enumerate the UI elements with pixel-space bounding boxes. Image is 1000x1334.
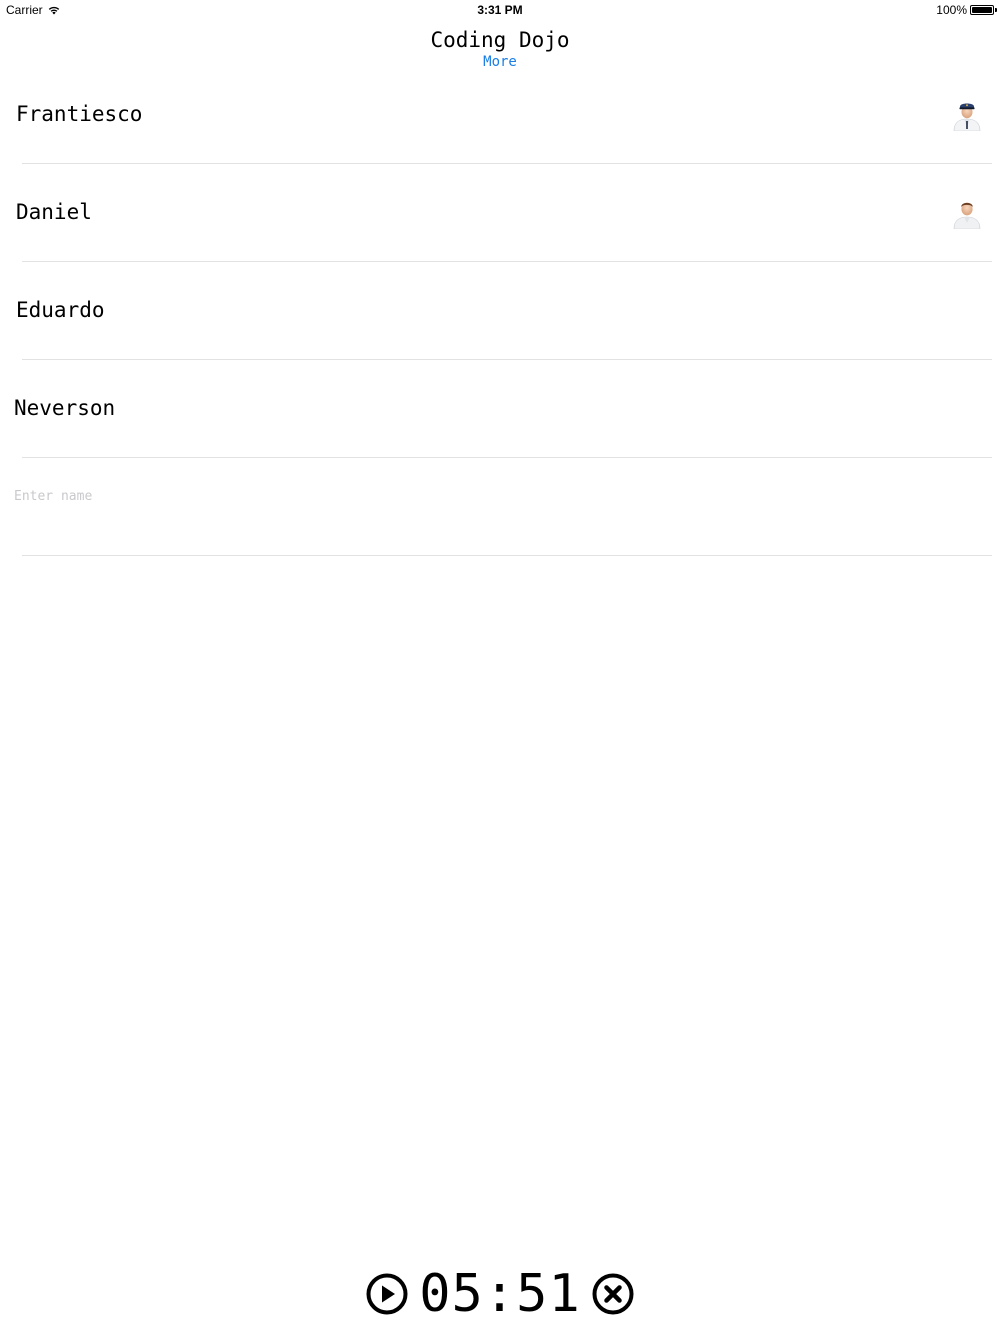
status-time: 3:31 PM — [477, 3, 523, 17]
battery-info: 100% — [936, 3, 997, 17]
navigation-header: Coding Dojo More — [0, 26, 1000, 70]
participant-name: Daniel — [16, 200, 92, 224]
list-item[interactable]: Neverson — [14, 360, 992, 458]
name-input[interactable] — [14, 486, 614, 506]
stop-icon[interactable] — [591, 1272, 635, 1316]
status-bar: Carrier 3:31 PM 100% — [0, 0, 1000, 22]
new-participant-row — [14, 458, 992, 556]
battery-icon — [970, 5, 997, 15]
list-item[interactable]: Daniel — [16, 164, 992, 262]
participant-name: Eduardo — [16, 298, 105, 322]
list-item[interactable]: Eduardo — [16, 262, 992, 360]
participant-name: Neverson — [14, 396, 116, 420]
participant-list: Frantiesco Daniel Eduardo Neverson Enter… — [0, 66, 1000, 556]
battery-percentage: 100% — [936, 3, 967, 17]
list-item[interactable]: Frantiesco — [16, 66, 992, 164]
user-avatar-icon — [953, 202, 981, 229]
page-title: Coding Dojo — [430, 28, 570, 52]
participant-name: Frantiesco — [16, 102, 143, 126]
pilot-avatar-icon — [953, 103, 981, 131]
timer-display: 05:51 — [419, 1264, 581, 1324]
timer-bar: 05:51 — [0, 1262, 1000, 1326]
play-icon[interactable] — [365, 1272, 409, 1316]
